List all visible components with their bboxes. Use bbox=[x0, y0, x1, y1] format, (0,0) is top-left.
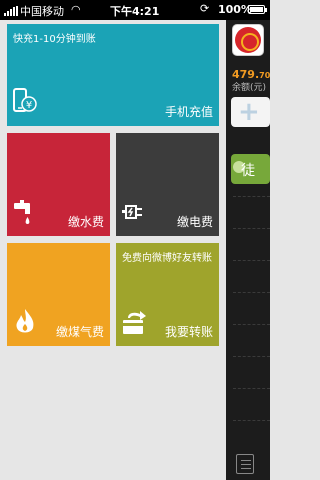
empty-slot bbox=[233, 388, 270, 420]
plus-icon: + bbox=[238, 97, 260, 127]
empty-slot bbox=[233, 356, 270, 388]
water-bill-label: 缴水费 bbox=[67, 215, 104, 229]
balance-label: 余额(元) bbox=[232, 83, 267, 93]
water-bill-tile[interactable]: 缴水费 bbox=[7, 133, 110, 236]
user-avatar[interactable] bbox=[232, 24, 264, 56]
transfer-tile[interactable]: 免费向微博好友转账 我要转账 bbox=[116, 243, 219, 346]
flame-icon bbox=[13, 308, 37, 340]
svg-text:¥: ¥ bbox=[26, 100, 32, 111]
battery-percent: 100% bbox=[218, 3, 252, 16]
green-app-button[interactable]: 徒 bbox=[231, 154, 270, 184]
phone-yen-icon: ¥ bbox=[13, 88, 39, 120]
clock: 下午4:21 bbox=[110, 5, 160, 18]
right-sidebar: 479.70 余额(元) + 徒 bbox=[226, 20, 270, 480]
electricity-bill-tile[interactable]: 缴电费 bbox=[116, 133, 219, 236]
transfer-label: 我要转账 bbox=[164, 325, 213, 339]
empty-slot bbox=[233, 292, 270, 324]
transfer-promo: 免费向微博好友转账 bbox=[122, 253, 212, 264]
mobile-recharge-tile[interactable]: 快充1-10分钟到账 ¥ 手机充值 bbox=[7, 24, 219, 126]
wifi-icon: ◠ bbox=[71, 3, 81, 16]
signal-strength-icon bbox=[4, 6, 18, 16]
status-bar: 中国移动 ◠ 下午4:21 ⟳ 100% bbox=[0, 0, 270, 20]
service-tiles-panel: 快充1-10分钟到账 ¥ 手机充值 缴水费 缴电费 缴煤气费 免费向微博好友转账… bbox=[0, 20, 226, 480]
empty-slot bbox=[233, 228, 270, 260]
mobile-recharge-label: 手机充值 bbox=[164, 105, 213, 119]
battery-icon bbox=[248, 5, 267, 14]
empty-slot bbox=[233, 260, 270, 292]
carrier-name: 中国移动 bbox=[20, 5, 64, 18]
gas-bill-tile[interactable]: 缴煤气费 bbox=[7, 243, 110, 346]
faucet-icon bbox=[13, 200, 39, 230]
gas-bill-label: 缴煤气费 bbox=[55, 325, 104, 339]
empty-slot bbox=[233, 324, 270, 356]
weibo-pay-logo-icon bbox=[235, 27, 261, 53]
card-transfer-icon bbox=[122, 310, 150, 340]
electricity-bill-label: 缴电费 bbox=[176, 215, 213, 229]
empty-slot bbox=[233, 420, 270, 452]
add-button[interactable]: + bbox=[231, 97, 270, 127]
empty-slot bbox=[233, 196, 270, 228]
list-menu-icon[interactable] bbox=[236, 454, 254, 474]
plug-icon bbox=[122, 200, 148, 230]
mobile-recharge-promo: 快充1-10分钟到账 bbox=[13, 34, 96, 45]
lock-rotation-icon: ⟳ bbox=[200, 2, 210, 15]
